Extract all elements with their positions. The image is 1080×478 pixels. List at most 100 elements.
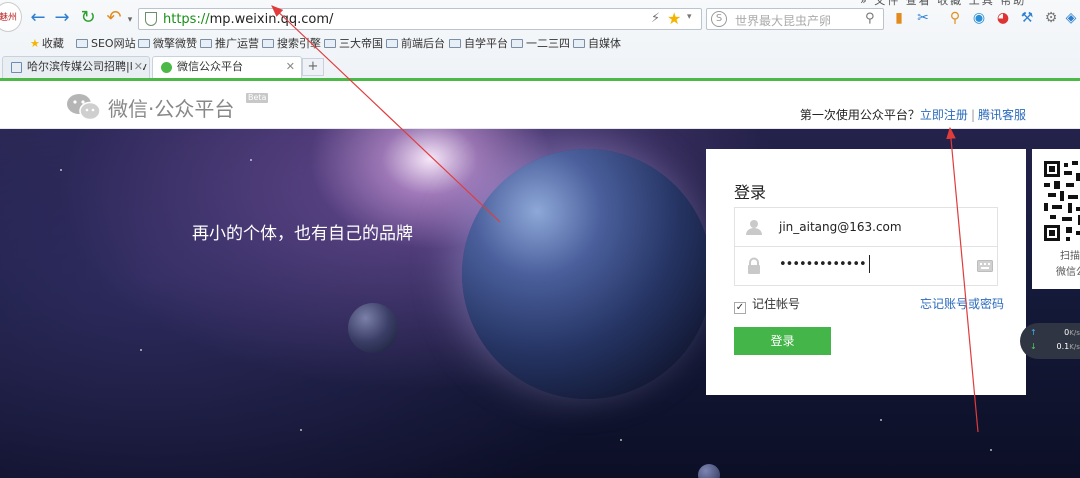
security-shield-icon	[145, 12, 157, 26]
folder-icon	[324, 39, 336, 48]
bookmark-favorites[interactable]: ★ 收藏	[30, 36, 64, 52]
back-arrow-icon[interactable]: ←	[28, 8, 48, 28]
address-text[interactable]: https://mp.weixin.qq.com/	[163, 12, 333, 27]
more-icon[interactable]: ◈	[1062, 9, 1080, 27]
favorite-star-icon[interactable]: ★	[667, 9, 681, 28]
bookmark-label: 前端后台	[401, 37, 445, 50]
forward-arrow-icon[interactable]: →	[52, 8, 72, 28]
bookmark-folder[interactable]: 自媒体	[573, 36, 621, 52]
qr-code-icon[interactable]	[1044, 161, 1080, 241]
planet-image	[462, 149, 712, 399]
upload-speed: 0	[1064, 328, 1070, 337]
qr-caption: 扫描	[1060, 251, 1080, 262]
beta-badge: Beta	[246, 93, 269, 103]
platform-title[interactable]: 微信·公众平台	[108, 93, 234, 122]
url-host: mp.weixin.qq.com/	[209, 12, 334, 27]
profile-avatar[interactable]: 魅州	[0, 2, 22, 32]
close-icon[interactable]: ✕	[131, 57, 143, 77]
lock-icon	[748, 257, 760, 274]
star-decoration	[60, 169, 62, 171]
wrench-icon[interactable]: ⚒	[1018, 9, 1036, 27]
search-engine-icon[interactable]: S	[711, 11, 727, 27]
separator: |	[970, 108, 975, 122]
header-links: 第一次使用公众平台？立即注册 | 腾讯客服	[800, 106, 1026, 123]
tab-label: 微信公众平台	[177, 60, 243, 73]
bookmark-folder[interactable]: 推广运营	[200, 36, 259, 52]
text-cursor	[869, 255, 870, 273]
key-icon[interactable]: ⚲	[946, 9, 964, 27]
slogan-text: 再小的个体，也有自己的品牌	[192, 224, 413, 244]
bookmark-label: SEO网站	[91, 37, 136, 50]
search-icon[interactable]: ⚲	[865, 11, 875, 26]
tab-strip: 哈尔滨传媒公司招聘|ktv ✕ 微信公众平台 ✕ +	[0, 56, 1080, 78]
page-header: 微信·公众平台 Beta 第一次使用公众平台？立即注册 | 腾讯客服	[0, 81, 1080, 129]
tab-recruitment[interactable]: 哈尔滨传媒公司招聘|ktv ✕	[2, 56, 150, 78]
address-dropdown-icon[interactable]: ▾	[687, 12, 692, 22]
keyboard-icon[interactable]	[977, 260, 993, 272]
bookmark-label: 一二三四	[526, 37, 570, 50]
account-value: jin_aitang@163.com	[779, 220, 902, 234]
star-icon: ★	[30, 37, 40, 50]
speed-mode-icon[interactable]: ⚡	[651, 11, 660, 26]
bookmark-folder[interactable]: 搜索引擎	[262, 36, 321, 52]
user-icon	[746, 220, 762, 235]
forgot-password-link[interactable]: 忘记账号或密码	[920, 295, 1004, 312]
customer-service-link[interactable]: 腾讯客服	[978, 108, 1026, 122]
register-link[interactable]: 立即注册	[920, 108, 968, 122]
download-unit: K/s	[1069, 343, 1080, 351]
star-decoration	[990, 449, 992, 451]
bookmark-folder[interactable]: 前端后台	[386, 36, 445, 52]
bookmark-label: 推广运营	[215, 37, 259, 50]
bookmark-label: 自媒体	[588, 37, 621, 50]
scissors-icon[interactable]: ✂	[914, 9, 932, 27]
qr-caption: 微信公	[1056, 267, 1080, 278]
qr-login-card: 扫描 微信公	[1032, 149, 1080, 289]
puzzle-icon[interactable]: ⚙	[1042, 9, 1060, 27]
account-field[interactable]: jin_aitang@163.com	[734, 207, 998, 247]
bookmark-label: 收藏	[41, 37, 64, 50]
bookmark-label: 自学平台	[464, 37, 508, 50]
search-placeholder: 世界最大昆虫产卵	[735, 14, 832, 28]
star-decoration	[140, 349, 142, 351]
extension-icon[interactable]: ▮	[890, 9, 908, 27]
remember-label: 记住帐号	[752, 297, 801, 311]
bookmark-folder[interactable]: 自学平台	[449, 36, 508, 52]
browser-chrome: » 文件 查看 收藏 工具 帮助 魅州 ← → ↻ ↶ ▾ https://mp…	[0, 0, 1080, 82]
folder-icon	[200, 39, 212, 48]
bookmark-folder[interactable]: 微擎微赞	[138, 36, 197, 52]
bookmark-folder[interactable]: 三大帝国	[324, 36, 383, 52]
upload-arrow-icon: ↑	[1030, 328, 1037, 337]
app-icon[interactable]: ◕	[994, 9, 1012, 27]
password-field[interactable]: •••••••••••••	[734, 246, 998, 286]
star-decoration	[880, 419, 882, 421]
folder-icon	[511, 39, 523, 48]
remember-account-checkbox[interactable]: ✓ 记住帐号	[734, 295, 800, 314]
folder-icon	[138, 39, 150, 48]
bookmark-folder[interactable]: SEO网站	[76, 36, 136, 52]
page-icon	[11, 62, 22, 73]
bookmark-folder[interactable]: 一二三四	[511, 36, 570, 52]
upload-unit: K/s	[1069, 329, 1080, 337]
folder-icon	[573, 39, 585, 48]
tab-wechat-platform[interactable]: 微信公众平台 ✕	[152, 56, 302, 78]
checkmark-icon[interactable]: ✓	[734, 302, 746, 314]
undo-dropdown-icon[interactable]: ▾	[120, 10, 140, 30]
address-bar[interactable]: https://mp.weixin.qq.com/ ⚡ ★ ▾	[138, 8, 702, 30]
login-panel: 登录 jin_aitang@163.com ••••••••••••• ✓ 记住帐…	[706, 149, 1026, 395]
refresh-icon[interactable]: ↻	[78, 8, 98, 28]
login-button[interactable]: 登录	[734, 327, 831, 355]
login-title: 登录	[734, 183, 767, 202]
network-speed-widget[interactable]: ↑ 0K/s ↓ 0.1K/s	[1020, 323, 1080, 359]
folder-icon	[262, 39, 274, 48]
search-tool-icon[interactable]: ◉	[970, 9, 988, 27]
folder-icon	[76, 39, 88, 48]
small-planet-image	[698, 464, 720, 478]
new-tab-button[interactable]: +	[302, 58, 324, 76]
hero-banner: 再小的个体，也有自己的品牌 登录 jin_aitang@163.com ••••…	[0, 129, 1080, 478]
search-bar[interactable]: S 世界最大昆虫产卵 ⚲	[706, 8, 884, 30]
menu-bar[interactable]: » 文件 查看 收藏 工具 帮助	[860, 0, 1026, 8]
wechat-logo-icon	[67, 94, 101, 121]
close-icon[interactable]: ✕	[286, 57, 295, 77]
bookmarks-bar: ★ 收藏 SEO网站 微擎微赞 推广运营 搜索引擎 三大帝国 前端后台 自学平台 …	[0, 34, 1080, 54]
folder-icon	[386, 39, 398, 48]
